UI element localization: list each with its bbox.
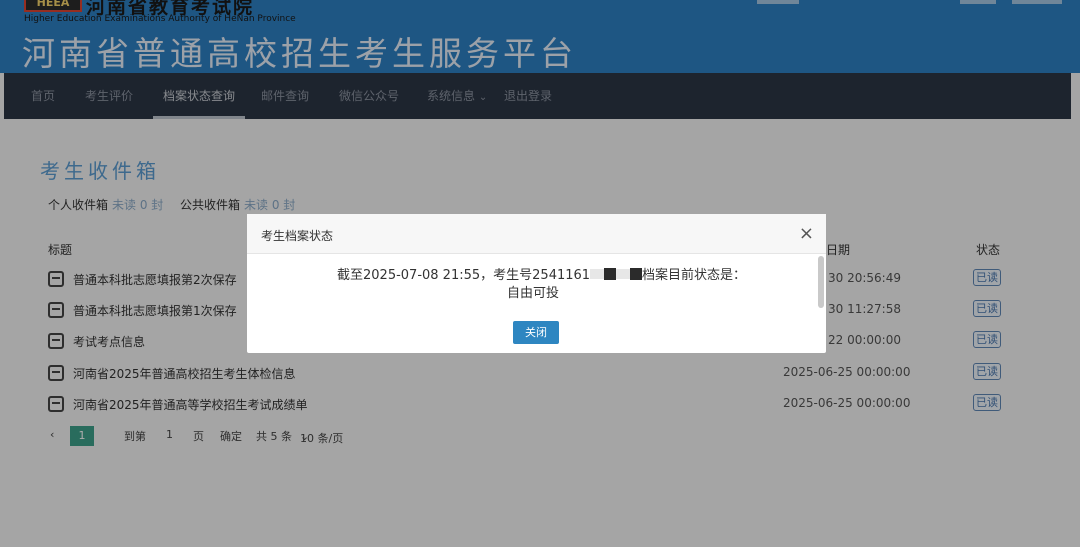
dialog-header: 考生档案状态 × [247, 214, 826, 254]
redaction-block [630, 268, 643, 280]
blurred-digits [616, 269, 631, 279]
blurred-digits [590, 269, 605, 279]
status-message-line: 截至2025-07-08 21:55，考生号2541161 档案目前状态是： [337, 264, 746, 283]
message-suffix: 档案目前状态是： [642, 268, 747, 283]
close-icon[interactable]: × [799, 223, 814, 244]
redaction-block [604, 268, 617, 280]
archive-status-dialog: 考生档案状态 × 截至2025-07-08 21:55，考生号2541161 档案… [247, 214, 826, 353]
dialog-title: 考生档案状态 [261, 229, 334, 243]
archive-status-value: 自由可投 [507, 286, 560, 301]
close-button[interactable]: 关闭 [513, 321, 559, 344]
dialog-scrollbar[interactable] [818, 256, 824, 308]
message-prefix: 截至2025-07-08 21:55，考生号2541161 [337, 268, 591, 283]
